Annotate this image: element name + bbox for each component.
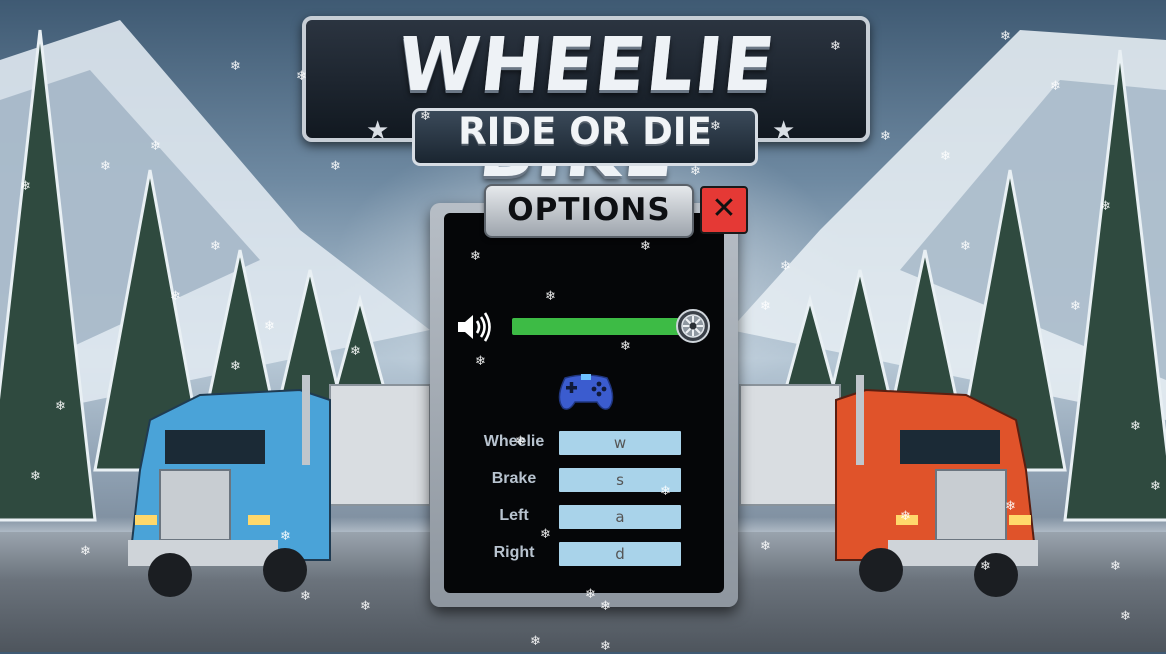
snowflake-icon: ❄ [1000,29,1011,44]
snowflake-icon: ❄ [980,559,991,574]
snowflake-icon: ❄ [545,289,556,304]
snowflake-icon: ❄ [470,249,481,264]
snowflake-icon: ❄ [660,484,671,499]
snowflake-icon: ❄ [210,239,221,254]
snowflake-icon: ❄ [280,529,291,544]
snowflake-icon: ❄ [420,109,431,124]
snowflake-icon: ❄ [710,119,721,134]
snowflake-icon: ❄ [880,129,891,144]
snowflake-icon: ❄ [170,289,181,304]
snowflake-icon: ❄ [1130,419,1141,434]
snowflake-icon: ❄ [150,139,161,154]
snowflake-icon: ❄ [960,239,971,254]
snowflake-icon: ❄ [475,354,486,369]
snowflake-icon: ❄ [1110,559,1121,574]
snowflake-icon: ❄ [350,344,361,359]
close-button[interactable]: ✕ [700,186,748,234]
left-truck-trailer [329,384,431,506]
snowflake-icon: ❄ [830,39,841,54]
game-logo: WHEELIE BIKE RIDE OR DIE ★ ★ [302,16,870,194]
volume-slider-fill [512,318,682,335]
snowflake-icon: ❄ [100,159,111,174]
star-icon: ★ [772,116,796,146]
binding-row-right: Right d [470,542,682,566]
volume-slider[interactable] [512,318,692,335]
snowflake-icon: ❄ [300,589,311,604]
binding-label: Left [499,507,529,524]
snowflake-icon: ❄ [80,544,91,559]
snowflake-icon: ❄ [515,434,526,449]
snowflake-icon: ❄ [940,149,951,164]
right-key-field[interactable]: d [559,542,681,566]
snowflake-icon: ❄ [230,359,241,374]
wheelie-key-field[interactable]: w [559,431,681,455]
snowflake-icon: ❄ [760,299,771,314]
snowflake-icon: ❄ [900,509,911,524]
snowflake-icon: ❄ [1050,79,1061,94]
left-key-field[interactable]: a [559,505,681,529]
snowflake-icon: ❄ [1070,299,1081,314]
snowflake-icon: ❄ [600,599,611,614]
snowflake-icon: ❄ [620,339,631,354]
snowflake-icon: ❄ [264,319,275,334]
right-truck-trailer [739,384,841,506]
gamepad-icon [558,374,614,410]
binding-row-brake: Brake s [470,468,682,492]
snowflake-icon: ❄ [690,164,701,179]
speaker-icon[interactable] [456,311,492,343]
star-icon: ★ [366,116,390,146]
snowflake-icon: ❄ [360,599,371,614]
binding-label: Right [493,544,535,561]
binding-label: Brake [491,470,537,487]
snowflake-icon: ❄ [600,639,611,654]
snowflake-icon: ❄ [296,69,307,84]
snowflake-icon: ❄ [1150,479,1161,494]
snowflake-icon: ❄ [540,527,551,542]
logo-subtitle: RIDE OR DIE [458,110,712,153]
wheel-icon[interactable] [676,309,710,343]
snowflake-icon: ❄ [55,399,66,414]
binding-row-left: Left a [470,505,682,529]
snowflake-icon: ❄ [1120,609,1131,624]
snowflake-icon: ❄ [640,239,651,254]
snowflake-icon: ❄ [760,539,771,554]
snowflake-icon: ❄ [20,179,31,194]
snowflake-icon: ❄ [585,587,596,602]
snowflake-icon: ❄ [780,259,791,274]
snowflake-icon: ❄ [1005,499,1016,514]
snowflake-icon: ❄ [30,469,41,484]
snowflake-icon: ❄ [530,634,541,649]
snowflake-icon: ❄ [230,59,241,74]
options-title: OPTIONS [507,192,671,228]
options-title-plate: OPTIONS [484,184,694,238]
snowflake-icon: ❄ [330,159,341,174]
binding-label: Wheelie [483,433,545,450]
snowflake-icon: ❄ [1100,199,1111,214]
binding-row-wheelie: Wheelie w [470,431,682,455]
